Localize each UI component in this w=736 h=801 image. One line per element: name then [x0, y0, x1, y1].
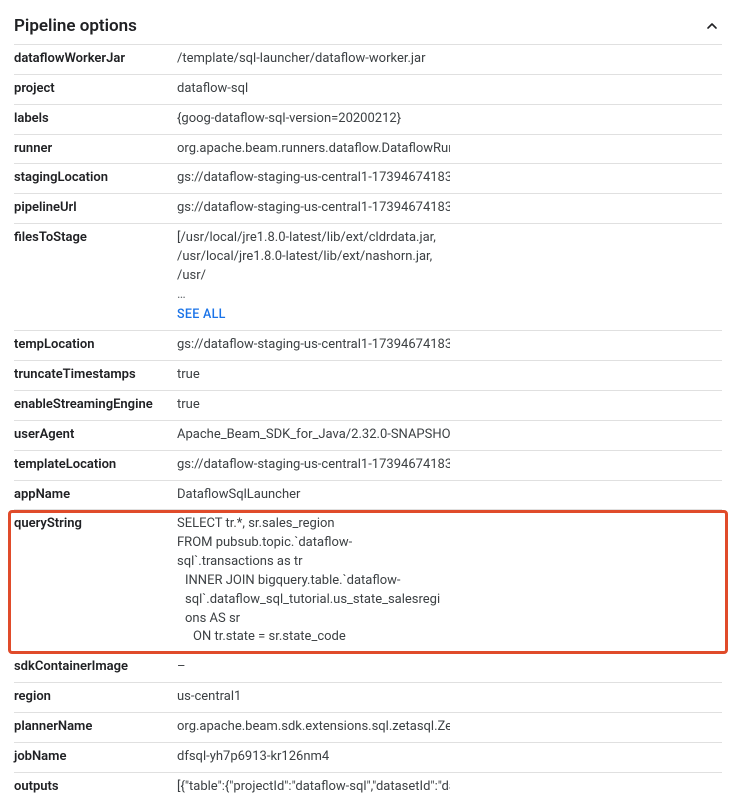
table-row: dataflowWorkerJar /template/sql-launcher…	[14, 45, 722, 75]
files-value-text: [/usr/local/jre1.8.0-latest/lib/ext/cldr…	[177, 230, 436, 283]
option-value: us-central1	[177, 683, 450, 713]
option-value: dataflow-sql	[177, 74, 450, 104]
table-row: sdkContainerImage –	[14, 653, 722, 683]
table-row: appName DataflowSqlLauncher	[14, 480, 722, 510]
option-key: labels	[14, 104, 177, 134]
option-key: truncateTimestamps	[14, 361, 177, 391]
option-value: org.apache.beam.runners.dataflow.Dataflo…	[177, 134, 450, 164]
option-value: gs://dataflow-staging-us-central1-173946…	[177, 331, 450, 361]
option-key: dataflowWorkerJar	[14, 45, 177, 75]
table-row: tempLocation gs://dataflow-staging-us-ce…	[14, 331, 722, 361]
option-value: dfsql-yh7p6913-kr126nm4	[177, 742, 450, 772]
ellipsis-icon: …	[177, 287, 186, 302]
option-value: Apache_Beam_SDK_for_Java/2.32.0-SNAPSHOT…	[177, 420, 450, 450]
option-key: jobName	[14, 742, 177, 772]
option-value: true	[177, 361, 450, 391]
option-key: enableStreamingEngine	[14, 390, 177, 420]
table-row: plannerName org.apache.beam.sdk.extensio…	[14, 712, 722, 742]
chevron-up-icon[interactable]	[702, 16, 722, 36]
option-key: filesToStage	[14, 224, 177, 331]
option-key: region	[14, 683, 177, 713]
option-key: outputs	[14, 772, 177, 801]
option-key: appName	[14, 480, 177, 510]
table-row: truncateTimestamps true	[14, 361, 722, 391]
table-row: templateLocation gs://dataflow-staging-u…	[14, 450, 722, 480]
option-value: /template/sql-launcher/dataflow-worker.j…	[177, 45, 450, 75]
option-value: –	[177, 653, 450, 683]
option-key: tempLocation	[14, 331, 177, 361]
option-value: SELECT tr.*, sr.sales_region FROM pubsub…	[177, 510, 450, 653]
table-row: filesToStage [/usr/local/jre1.8.0-latest…	[14, 224, 722, 331]
option-key: pipelineUrl	[14, 194, 177, 224]
table-row: stagingLocation gs://dataflow-staging-us…	[14, 164, 722, 194]
table-row-highlighted: queryString SELECT tr.*, sr.sales_region…	[14, 510, 722, 653]
option-key: sdkContainerImage	[14, 653, 177, 683]
options-table: dataflowWorkerJar /template/sql-launcher…	[14, 44, 722, 801]
option-value: DataflowSqlLauncher	[177, 480, 450, 510]
option-value: true	[177, 390, 450, 420]
see-all-link[interactable]: SEE ALL	[177, 304, 226, 324]
pipeline-options-panel: Pipeline options dataflowWorkerJar /temp…	[0, 0, 736, 801]
option-key: userAgent	[14, 420, 177, 450]
panel-header[interactable]: Pipeline options	[14, 10, 722, 44]
option-value: [{"table":{"projectId":"dataflow-sql","d…	[177, 772, 450, 801]
table-row: runner org.apache.beam.runners.dataflow.…	[14, 134, 722, 164]
table-row: enableStreamingEngine true	[14, 390, 722, 420]
option-key: project	[14, 74, 177, 104]
option-key: templateLocation	[14, 450, 177, 480]
query-line: INNER JOIN bigquery.table.`dataflow-sql`…	[177, 572, 446, 629]
option-value: org.apache.beam.sdk.extensions.sql.zetas…	[177, 712, 450, 742]
option-value: gs://dataflow-staging-us-central1-173946…	[177, 164, 450, 194]
option-value: [/usr/local/jre1.8.0-latest/lib/ext/cldr…	[177, 224, 450, 331]
panel-title: Pipeline options	[14, 16, 137, 36]
query-line: ON tr.state = sr.state_code	[177, 628, 446, 647]
table-row: project dataflow-sql	[14, 74, 722, 104]
query-line: FROM pubsub.topic.`dataflow-sql`.transac…	[177, 534, 446, 572]
option-key: plannerName	[14, 712, 177, 742]
table-row: jobName dfsql-yh7p6913-kr126nm4	[14, 742, 722, 772]
option-key: runner	[14, 134, 177, 164]
table-row: pipelineUrl gs://dataflow-staging-us-cen…	[14, 194, 722, 224]
table-row: region us-central1	[14, 683, 722, 713]
option-value: {goog-dataflow-sql-version=20200212}	[177, 104, 450, 134]
option-key: queryString	[14, 510, 177, 653]
table-row: labels {goog-dataflow-sql-version=202002…	[14, 104, 722, 134]
table-row: userAgent Apache_Beam_SDK_for_Java/2.32.…	[14, 420, 722, 450]
option-key: stagingLocation	[14, 164, 177, 194]
option-value: gs://dataflow-staging-us-central1-173946…	[177, 450, 450, 480]
query-line: SELECT tr.*, sr.sales_region	[177, 515, 446, 534]
table-row: outputs [{"table":{"projectId":"dataflow…	[14, 772, 722, 801]
option-value: gs://dataflow-staging-us-central1-173946…	[177, 194, 450, 224]
